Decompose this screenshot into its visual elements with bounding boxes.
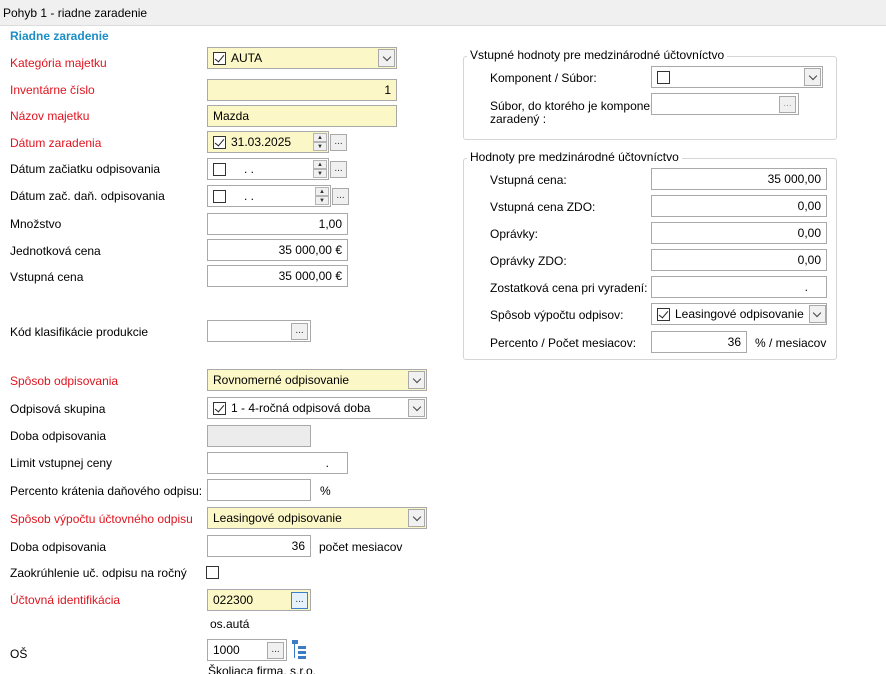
percento-kratenia-label: Percento krátenia daňového odpisu: [10, 484, 203, 498]
iv-vstupna-zdo-label: Vstupná cena ZDO: [490, 200, 596, 214]
iv-sposob-checkbox[interactable] [657, 307, 670, 321]
ellipsis-button[interactable]: ... [330, 133, 347, 151]
ellipsis-button[interactable]: ... [332, 187, 349, 205]
uctovna-input[interactable]: 022300 ... [207, 589, 311, 611]
doba2-label: Doba odpisovania [10, 540, 107, 554]
iv-zostatkova-input[interactable]: . [651, 276, 827, 298]
kategoria-value: AUTA [231, 51, 263, 65]
mnozstvo-input[interactable]: 1,00 [207, 213, 348, 235]
kategoria-checkbox[interactable] [213, 51, 226, 65]
iv-vstupna-input[interactable]: 35 000,00 [651, 168, 827, 190]
spinner-icon[interactable]: ▲ ▼ [315, 187, 329, 205]
chevron-down-icon[interactable] [378, 49, 395, 67]
spinner-icon[interactable]: ▲ ▼ [313, 160, 327, 178]
skupina-select[interactable]: 1 - 4-ročná odpisová doba [207, 397, 427, 419]
iv-vstupna-label: Vstupná cena: [490, 173, 567, 187]
datum-dan-label: Dátum zač. daň. odpisovania [10, 189, 165, 203]
ellipsis-button[interactable]: ... [779, 95, 796, 113]
datum-zaradenia-label: Dátum zaradenia [10, 136, 102, 150]
uctovna-note: os.autá [210, 617, 250, 631]
os-note: Školiaca firma, s.r.o. [208, 664, 317, 674]
doba-input [207, 425, 311, 447]
kategoria-combo[interactable]: AUTA [207, 47, 397, 69]
skupina-label: Odpisová skupina [10, 402, 106, 416]
chevron-down-icon[interactable] [808, 305, 826, 323]
chevron-down-icon[interactable] [408, 399, 425, 417]
chevron-down-icon[interactable] [408, 509, 425, 527]
chevron-down-icon[interactable] [408, 371, 425, 389]
intl-values-title: Hodnoty pre medzinárodné účtovníctvo [467, 150, 682, 164]
sposob-uct-select[interactable]: Leasingové odpisovanie [207, 507, 427, 529]
doba2-unit: počet mesiacov [319, 540, 403, 554]
uctovna-label: Účtovná identifikácia [10, 593, 121, 607]
zaokruhlenie-label: Zaokrúhlenie uč. odpisu na ročný [10, 566, 187, 580]
subor-label-1: Súbor, do ktorého je komponent [490, 99, 661, 113]
limit-input[interactable]: . [207, 452, 348, 474]
subor-input[interactable]: ... [651, 93, 799, 115]
kategoria-label: Kategória majetku [10, 56, 107, 70]
iv-percento-input[interactable]: 36 [651, 331, 747, 353]
vstupna-input[interactable]: 35 000,00 € [207, 265, 348, 287]
sposob-uct-label: Spôsob výpočtu účtovného odpisu [10, 512, 193, 526]
iv-percento-unit: % / mesiacov [755, 336, 827, 350]
vstupna-label: Vstupná cena [10, 270, 84, 284]
os-label: OŠ [10, 647, 28, 661]
iv-opravky-input[interactable]: 0,00 [651, 222, 827, 244]
datum-odpis-input[interactable]: . . ▲ ▼ [207, 158, 329, 180]
doba-label: Doba odpisovania [10, 429, 107, 443]
iv-opravky-zdo-label: Oprávky ZDO: [490, 254, 567, 268]
iv-opravky-label: Oprávky: [490, 227, 539, 241]
percento-unit: % [320, 484, 331, 498]
percento-kratenia-input[interactable] [207, 479, 311, 501]
datum-zaradenia-input[interactable]: 31.03.2025 ▲ ▼ [207, 131, 329, 153]
ellipsis-button[interactable]: ... [330, 160, 347, 178]
ellipsis-button[interactable]: ... [291, 322, 308, 340]
jednotkova-label: Jednotková cena [10, 244, 101, 258]
subor-label-2: zaradený : [490, 112, 547, 126]
limit-label: Limit vstupnej ceny [10, 456, 113, 470]
kod-label: Kód klasifikácie produkcie [10, 325, 149, 339]
zaokruhlenie-checkbox[interactable] [206, 566, 219, 579]
chevron-down-icon[interactable] [804, 68, 821, 86]
section-title: Riadne zaradenie [10, 29, 109, 43]
datum-zaradenia-checkbox[interactable] [213, 135, 226, 149]
mnozstvo-label: Množstvo [10, 217, 62, 231]
kod-input[interactable]: ... [207, 320, 311, 342]
nazov-input[interactable]: Mazda [207, 105, 397, 127]
sposob-odpis-select[interactable]: Rovnomerné odpisovanie [207, 369, 427, 391]
iv-vstupna-zdo-input[interactable]: 0,00 [651, 195, 827, 217]
intl-input-title: Vstupné hodnoty pre medzinárodné účtovní… [467, 48, 728, 62]
nazov-label: Názov majetku [10, 109, 90, 123]
iv-sposob-label: Spôsob výpočtu odpisov: [490, 308, 624, 322]
iv-percento-label: Percento / Počet mesiacov: [490, 336, 637, 350]
ellipsis-button[interactable]: ... [267, 641, 284, 659]
tree-icon[interactable] [290, 639, 308, 659]
ellipsis-button[interactable]: ... [291, 591, 308, 609]
doba2-input[interactable]: 36 [207, 535, 311, 557]
skupina-checkbox[interactable] [213, 401, 226, 415]
iv-zostatkova-label: Zostatková cena pri vyradení: [490, 281, 648, 295]
window-title: Pohyb 1 - riadne zaradenie [0, 0, 886, 26]
sposob-odpis-label: Spôsob odpisovania [10, 374, 119, 388]
datum-odpis-label: Dátum začiatku odpisovania [10, 162, 161, 176]
inventarne-label: Inventárne číslo [10, 83, 95, 97]
komponent-select[interactable] [651, 66, 823, 88]
iv-opravky-zdo-input[interactable]: 0,00 [651, 249, 827, 271]
jednotkova-input[interactable]: 35 000,00 € [207, 239, 348, 261]
datum-odpis-checkbox[interactable] [213, 162, 226, 176]
komponent-label: Komponent / Súbor: [490, 71, 597, 85]
datum-dan-input[interactable]: . . ▲ ▼ [207, 185, 331, 207]
komponent-checkbox[interactable] [657, 70, 670, 84]
inventarne-input[interactable]: 1 [207, 79, 397, 101]
iv-sposob-select[interactable]: Leasingové odpisovanie [651, 303, 827, 325]
os-input[interactable]: 1000 ... [207, 639, 287, 661]
spinner-icon[interactable]: ▲ ▼ [313, 133, 327, 151]
datum-dan-checkbox[interactable] [213, 189, 226, 203]
